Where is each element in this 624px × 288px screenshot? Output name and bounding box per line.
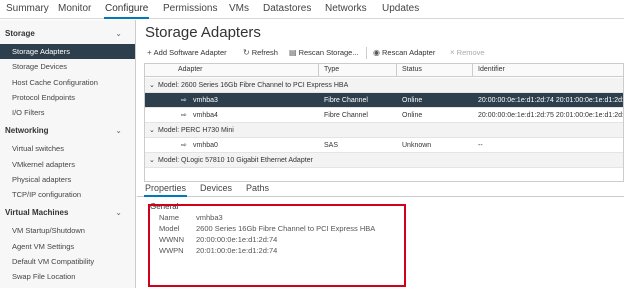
- sidebar-item-io-filters[interactable]: I/O Filters: [0, 105, 135, 120]
- button-label: Refresh: [251, 48, 278, 57]
- table-row[interactable]: ⇨ vmhba0 SAS Unknown --: [145, 138, 623, 153]
- chevron-down-icon[interactable]: ⌄: [149, 78, 155, 93]
- page-title: Storage Adapters: [145, 24, 261, 41]
- config-sidebar: Storage ⌄ Storage Adapters Storage Devic…: [0, 20, 136, 288]
- adapter-status: Online: [402, 112, 423, 119]
- sidebar-item-host-cache[interactable]: Host Cache Configuration: [0, 75, 135, 90]
- column-divider[interactable]: [396, 64, 397, 77]
- adapter-name: vmhba3: [193, 97, 218, 104]
- tab-permissions[interactable]: Permissions: [163, 3, 217, 14]
- adapter-identifier: --: [478, 142, 483, 149]
- table-header: Adapter Type Status Identifier: [145, 64, 623, 77]
- refresh-button[interactable]: ↻ Refresh: [243, 47, 278, 59]
- refresh-icon: ↻: [243, 48, 250, 57]
- button-label: Rescan Adapter: [381, 48, 436, 57]
- adapter-status: Online: [402, 97, 423, 104]
- sidebar-item-agent-vm-settings[interactable]: Agent VM Settings: [0, 239, 135, 254]
- rescan-storage-icon: ▤: [289, 48, 297, 57]
- adapter-icon: ⇨: [181, 142, 187, 149]
- chevron-down-icon[interactable]: ⌄: [149, 123, 155, 138]
- column-header-identifier[interactable]: Identifier: [478, 66, 505, 73]
- chevron-down-icon[interactable]: ⌄: [149, 153, 155, 168]
- column-divider[interactable]: [472, 64, 473, 77]
- close-icon: ×: [450, 48, 455, 57]
- detail-tab-bar: Properties Devices Paths: [137, 181, 624, 197]
- group-label: Model: 2600 Series 16Gb Fibre Channel to…: [158, 82, 349, 89]
- group-row[interactable]: ⌄ Model: PERC H730 Mini: [145, 123, 623, 138]
- main-panel: Storage Adapters + Add Software Adapter ↻…: [137, 20, 624, 288]
- sidebar-section-label: Networking: [5, 126, 49, 135]
- add-software-adapter-button[interactable]: + Add Software Adapter: [147, 47, 227, 59]
- column-header-type[interactable]: Type: [324, 66, 339, 73]
- toolbar-divider: [366, 47, 367, 59]
- tab-vms[interactable]: VMs: [229, 3, 249, 14]
- highlight-box: [148, 204, 406, 287]
- sidebar-item-tcpip-configuration[interactable]: TCP/IP configuration: [0, 187, 135, 202]
- tab-networks[interactable]: Networks: [325, 3, 367, 14]
- tab-updates[interactable]: Updates: [382, 3, 419, 14]
- tab-devices[interactable]: Devices: [200, 183, 232, 193]
- column-header-status[interactable]: Status: [402, 66, 422, 73]
- sidebar-section-virtual-machines[interactable]: Virtual Machines ⌄: [0, 205, 135, 221]
- sidebar-item-default-vm-compatibility[interactable]: Default VM Compatibility: [0, 254, 135, 269]
- adapters-table: Adapter Type Status Identifier ⌄ Model: …: [144, 63, 624, 182]
- adapter-icon: ⇨: [181, 112, 187, 119]
- top-tab-bar: Summary Monitor Configure Permissions VM…: [0, 0, 624, 19]
- adapter-icon: ⇨: [181, 97, 187, 104]
- table-row[interactable]: ⇨ vmhba3 Fibre Channel Online 20:00:00:0…: [145, 93, 624, 108]
- rescan-adapter-button[interactable]: ◉ Rescan Adapter: [373, 47, 435, 59]
- rescan-adapter-icon: ◉: [373, 48, 380, 57]
- adapter-status: Unknown: [402, 142, 432, 149]
- adapter-name: vmhba4: [193, 112, 218, 119]
- sidebar-section-label: Virtual Machines: [5, 208, 69, 217]
- group-label: Model: QLogic 57810 10 Gigabit Ethernet …: [158, 157, 313, 164]
- adapter-type: Fibre Channel: [324, 112, 368, 119]
- sidebar-item-physical-adapters[interactable]: Physical adapters: [0, 172, 135, 187]
- tab-datastores[interactable]: Datastores: [263, 3, 311, 14]
- sidebar-section-storage[interactable]: Storage ⌄: [0, 26, 135, 42]
- sidebar-item-swap-file-location[interactable]: Swap File Location: [0, 269, 135, 284]
- remove-button[interactable]: × Remove: [450, 47, 485, 59]
- tab-configure[interactable]: Configure: [103, 3, 150, 19]
- group-label: Model: PERC H730 Mini: [158, 127, 234, 134]
- group-row[interactable]: ⌄ Model: 2600 Series 16Gb Fibre Channel …: [145, 78, 623, 93]
- group-row[interactable]: ⌄ Model: QLogic 57810 10 Gigabit Etherne…: [145, 153, 623, 168]
- tab-paths[interactable]: Paths: [246, 183, 269, 193]
- sidebar-section-label: Storage: [5, 29, 35, 38]
- table-row[interactable]: ⇨ vmhba4 Fibre Channel Online 20:00:00:0…: [145, 108, 624, 123]
- tab-monitor[interactable]: Monitor: [58, 3, 91, 14]
- sidebar-item-vm-startup-shutdown[interactable]: VM Startup/Shutdown: [0, 223, 135, 238]
- adapter-type: Fibre Channel: [324, 97, 368, 104]
- button-label: Add Software Adapter: [153, 48, 227, 57]
- sidebar-item-protocol-endpoints[interactable]: Protocol Endpoints: [0, 90, 135, 105]
- rescan-storage-button[interactable]: ▤ Rescan Storage...: [289, 47, 359, 59]
- sidebar-item-virtual-switches[interactable]: Virtual switches: [0, 141, 135, 156]
- sidebar-item-storage-devices[interactable]: Storage Devices: [0, 59, 135, 74]
- sidebar-item-storage-adapters[interactable]: Storage Adapters: [0, 44, 135, 59]
- sidebar-section-networking[interactable]: Networking ⌄: [0, 123, 135, 139]
- adapter-name: vmhba0: [193, 142, 218, 149]
- chevron-down-icon[interactable]: ⌄: [115, 26, 122, 42]
- chevron-down-icon[interactable]: ⌄: [115, 123, 122, 139]
- adapter-type: SAS: [324, 142, 339, 149]
- adapter-identifier: 20:00:00:0e:1e:d1:2d:75 20:01:00:0e:1e:d…: [478, 112, 624, 119]
- column-divider[interactable]: [318, 64, 319, 77]
- tab-properties[interactable]: Properties: [143, 183, 188, 197]
- adapter-identifier: 20:00:00:0e:1e:d1:2d:74 20:01:00:0e:1e:d…: [478, 97, 624, 104]
- chevron-down-icon[interactable]: ⌄: [115, 205, 122, 221]
- sidebar-item-vmkernel-adapters[interactable]: VMkernel adapters: [0, 157, 135, 172]
- button-label: Rescan Storage...: [298, 48, 359, 57]
- plus-icon: +: [147, 48, 152, 57]
- column-header-adapter[interactable]: Adapter: [178, 66, 203, 73]
- tab-summary[interactable]: Summary: [6, 3, 49, 14]
- button-label: Remove: [456, 48, 485, 57]
